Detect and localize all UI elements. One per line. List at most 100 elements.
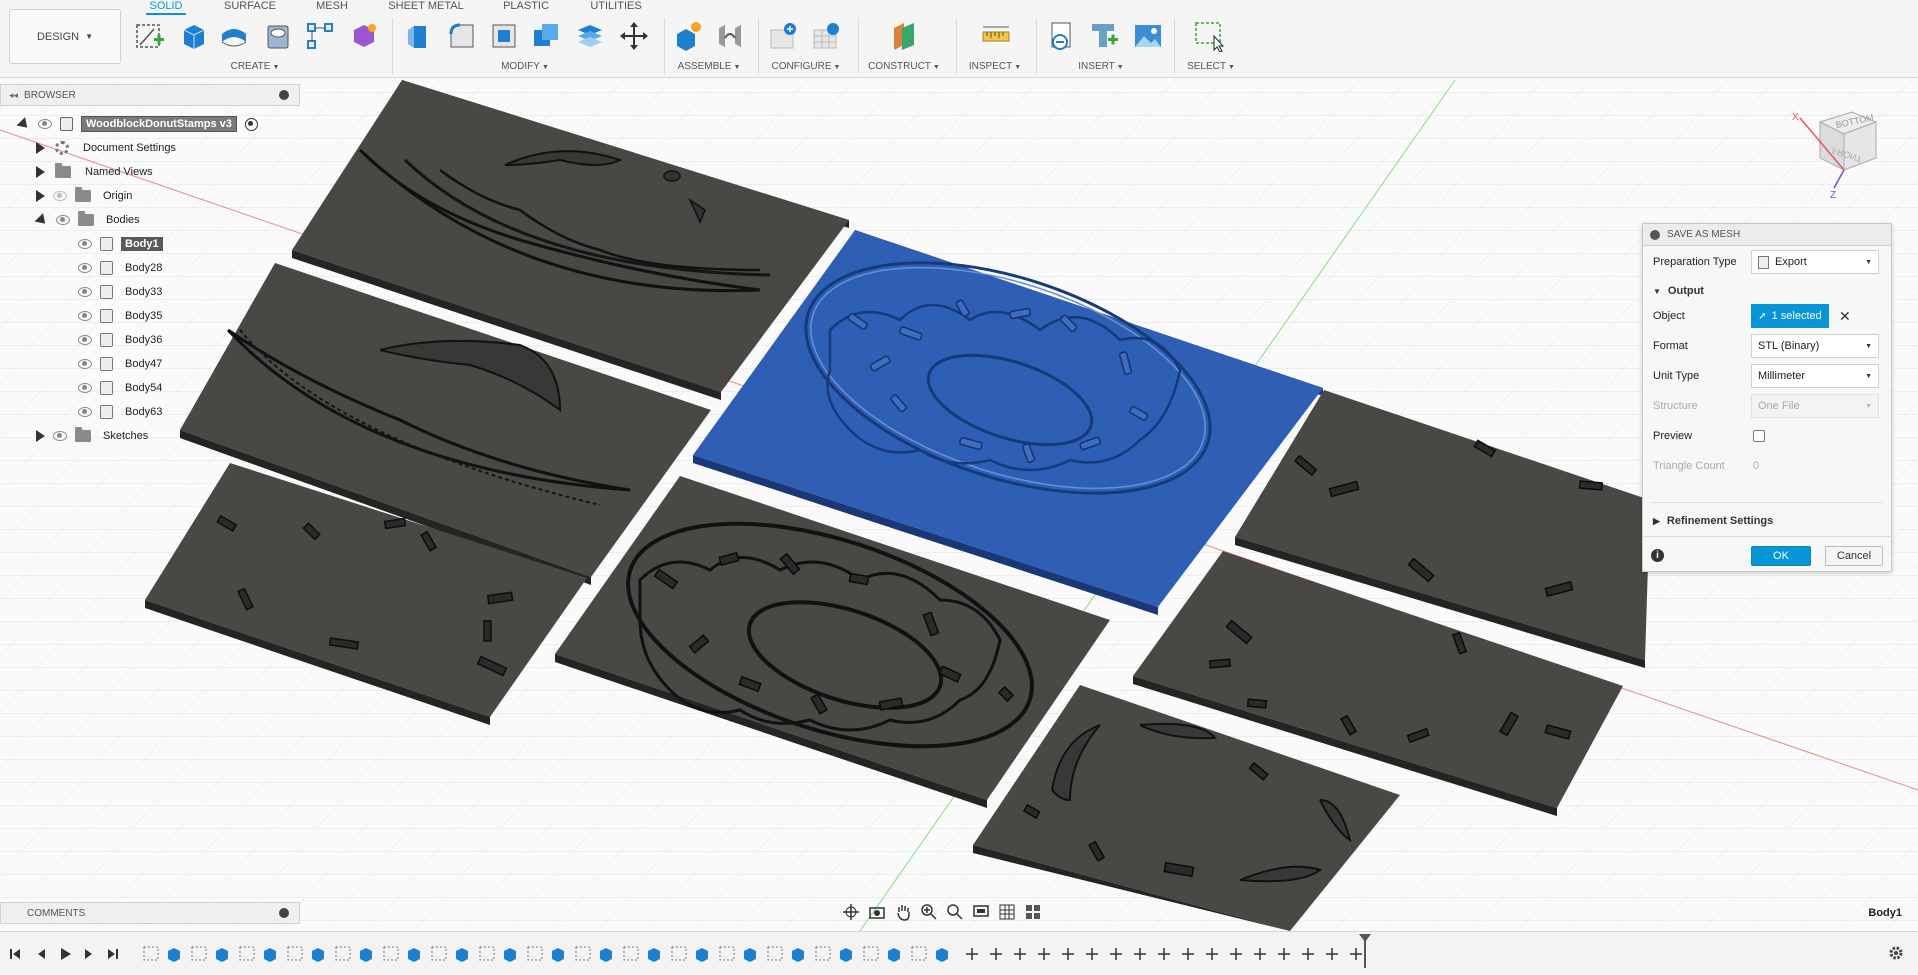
revolve-icon[interactable] bbox=[218, 20, 250, 52]
tab-solid[interactable]: SOLID bbox=[146, 0, 186, 15]
grid-settings-icon[interactable] bbox=[998, 903, 1016, 921]
collapse-panel-icon[interactable] bbox=[279, 90, 289, 100]
tree-item-body[interactable]: Body47 bbox=[78, 354, 166, 374]
tree-item-body[interactable]: Body28 bbox=[78, 258, 166, 278]
go-to-end-icon[interactable] bbox=[106, 947, 120, 961]
clear-selection-icon[interactable]: ✕ bbox=[1839, 308, 1851, 325]
insert-mcmaster-icon[interactable] bbox=[1088, 20, 1120, 52]
tab-plastic[interactable]: PLASTIC bbox=[502, 0, 550, 14]
tree-item-document-settings[interactable]: Document Settings bbox=[36, 138, 180, 158]
tree-item-body[interactable]: Body54 bbox=[78, 378, 166, 398]
tab-surface[interactable]: SURFACE bbox=[222, 0, 278, 14]
measure-icon[interactable] bbox=[980, 20, 1012, 52]
visibility-eye-icon[interactable] bbox=[38, 119, 52, 129]
visibility-eye-icon[interactable] bbox=[78, 263, 92, 273]
select-window-icon[interactable] bbox=[1194, 20, 1226, 52]
expand-icon[interactable] bbox=[36, 142, 45, 154]
combine-icon[interactable] bbox=[530, 20, 562, 52]
move-icon[interactable] bbox=[618, 20, 650, 52]
expand-icon[interactable] bbox=[16, 116, 32, 132]
visibility-eye-icon[interactable] bbox=[78, 335, 92, 345]
fillet-icon[interactable] bbox=[446, 20, 478, 52]
ok-button[interactable]: OK bbox=[1751, 546, 1811, 566]
construct-menu[interactable]: CONSTRUCT ▼ bbox=[864, 61, 944, 72]
tree-item-origin[interactable]: Origin bbox=[36, 186, 136, 206]
tree-item-named-views[interactable]: Named Views bbox=[36, 162, 157, 182]
add-comment-icon[interactable] bbox=[279, 908, 289, 918]
unit-type-select[interactable]: Millimeter ▼ bbox=[1751, 364, 1879, 388]
collapse-arrows-icon[interactable]: ◂◂ bbox=[9, 90, 18, 101]
tree-item-sketches[interactable]: Sketches bbox=[36, 426, 152, 446]
timeline-settings-gear-icon[interactable] bbox=[1888, 945, 1904, 961]
tab-mesh[interactable]: MESH bbox=[314, 0, 350, 14]
visibility-eye-icon[interactable] bbox=[53, 431, 67, 441]
tree-item-bodies[interactable]: Bodies bbox=[34, 210, 144, 230]
expand-icon[interactable] bbox=[36, 166, 45, 178]
play-icon[interactable] bbox=[58, 947, 72, 961]
step-forward-icon[interactable] bbox=[82, 947, 96, 961]
workspace-switcher-button[interactable]: DESIGN ▼ bbox=[9, 9, 121, 64]
select-menu[interactable]: SELECT ▼ bbox=[1176, 61, 1246, 72]
refinement-settings-header[interactable]: ▶ Refinement Settings bbox=[1653, 511, 1773, 531]
assemble-menu[interactable]: ASSEMBLE ▼ bbox=[674, 61, 744, 72]
press-pull-icon[interactable] bbox=[404, 20, 436, 52]
visibility-eye-icon[interactable] bbox=[78, 383, 92, 393]
visibility-eye-icon[interactable] bbox=[78, 239, 92, 249]
form-icon[interactable] bbox=[348, 20, 380, 52]
display-settings-icon[interactable] bbox=[972, 903, 990, 921]
configure-rules-icon[interactable] bbox=[810, 20, 842, 52]
new-component-icon[interactable] bbox=[672, 20, 704, 52]
visibility-eye-icon[interactable] bbox=[78, 359, 92, 369]
insert-canvas-icon[interactable] bbox=[1132, 20, 1164, 52]
tree-root[interactable]: WoodblockDonutStamps v3 bbox=[16, 114, 258, 134]
tree-item-body[interactable]: Body36 bbox=[78, 330, 166, 350]
expand-icon[interactable] bbox=[36, 190, 45, 202]
object-selection-button[interactable]: ➚ 1 selected bbox=[1751, 304, 1829, 328]
browser-header[interactable]: ◂◂ BROWSER bbox=[0, 84, 300, 106]
step-back-icon[interactable] bbox=[34, 947, 48, 961]
viewcube[interactable]: BOTTOM FRONT X Z bbox=[1790, 88, 1890, 198]
insert-derive-icon[interactable] bbox=[1046, 20, 1078, 52]
hole-icon[interactable] bbox=[262, 20, 294, 52]
shell-icon[interactable] bbox=[488, 20, 520, 52]
configure-table-icon[interactable] bbox=[768, 20, 800, 52]
look-at-icon[interactable] bbox=[868, 903, 886, 921]
preparation-type-select[interactable]: Export ▼ bbox=[1751, 250, 1879, 274]
cancel-button[interactable]: Cancel bbox=[1825, 546, 1883, 566]
visibility-eye-icon[interactable] bbox=[78, 311, 92, 321]
output-section-header[interactable]: ▼ Output bbox=[1653, 281, 1704, 301]
offset-plane-icon[interactable] bbox=[888, 20, 920, 52]
comments-panel[interactable]: COMMENTS bbox=[0, 902, 300, 924]
extrude-icon[interactable] bbox=[176, 20, 208, 52]
modify-menu[interactable]: MODIFY ▼ bbox=[490, 61, 560, 72]
visibility-eye-icon[interactable] bbox=[56, 215, 70, 225]
zoom-window-icon[interactable] bbox=[946, 903, 964, 921]
offset-faces-icon[interactable] bbox=[574, 20, 606, 52]
pattern-icon[interactable] bbox=[304, 20, 336, 52]
insert-menu[interactable]: INSERT ▼ bbox=[1066, 61, 1136, 72]
inspect-menu[interactable]: INSPECT ▼ bbox=[960, 61, 1030, 72]
orbit-icon[interactable] bbox=[842, 903, 860, 921]
configure-menu[interactable]: CONFIGURE ▼ bbox=[770, 61, 842, 72]
minimize-dialog-icon[interactable] bbox=[1650, 230, 1660, 240]
joint-icon[interactable] bbox=[714, 20, 746, 52]
go-to-start-icon[interactable] bbox=[8, 947, 22, 961]
info-icon[interactable]: i bbox=[1651, 549, 1664, 562]
tree-item-body[interactable]: Body33 bbox=[78, 282, 166, 302]
tab-sheet-metal[interactable]: SHEET METAL bbox=[388, 0, 464, 14]
timeline-marker[interactable] bbox=[1359, 934, 1371, 968]
timeline-track[interactable] bbox=[140, 945, 1370, 963]
dialog-title-bar[interactable]: SAVE AS MESH bbox=[1643, 224, 1891, 246]
visibility-eye-icon[interactable] bbox=[78, 287, 92, 297]
create-sketch-icon[interactable] bbox=[134, 20, 166, 52]
tree-item-body[interactable]: Body1 bbox=[78, 234, 163, 254]
zoom-icon[interactable] bbox=[920, 903, 938, 921]
tree-item-body[interactable]: Body63 bbox=[78, 402, 166, 422]
viewports-icon[interactable] bbox=[1024, 903, 1042, 921]
activate-target-icon[interactable] bbox=[244, 117, 258, 131]
tree-item-body[interactable]: Body35 bbox=[78, 306, 166, 326]
expand-icon[interactable] bbox=[36, 430, 45, 442]
preview-checkbox[interactable] bbox=[1753, 430, 1765, 442]
create-menu[interactable]: CREATE ▼ bbox=[220, 61, 290, 72]
collapse-icon[interactable] bbox=[34, 212, 50, 228]
